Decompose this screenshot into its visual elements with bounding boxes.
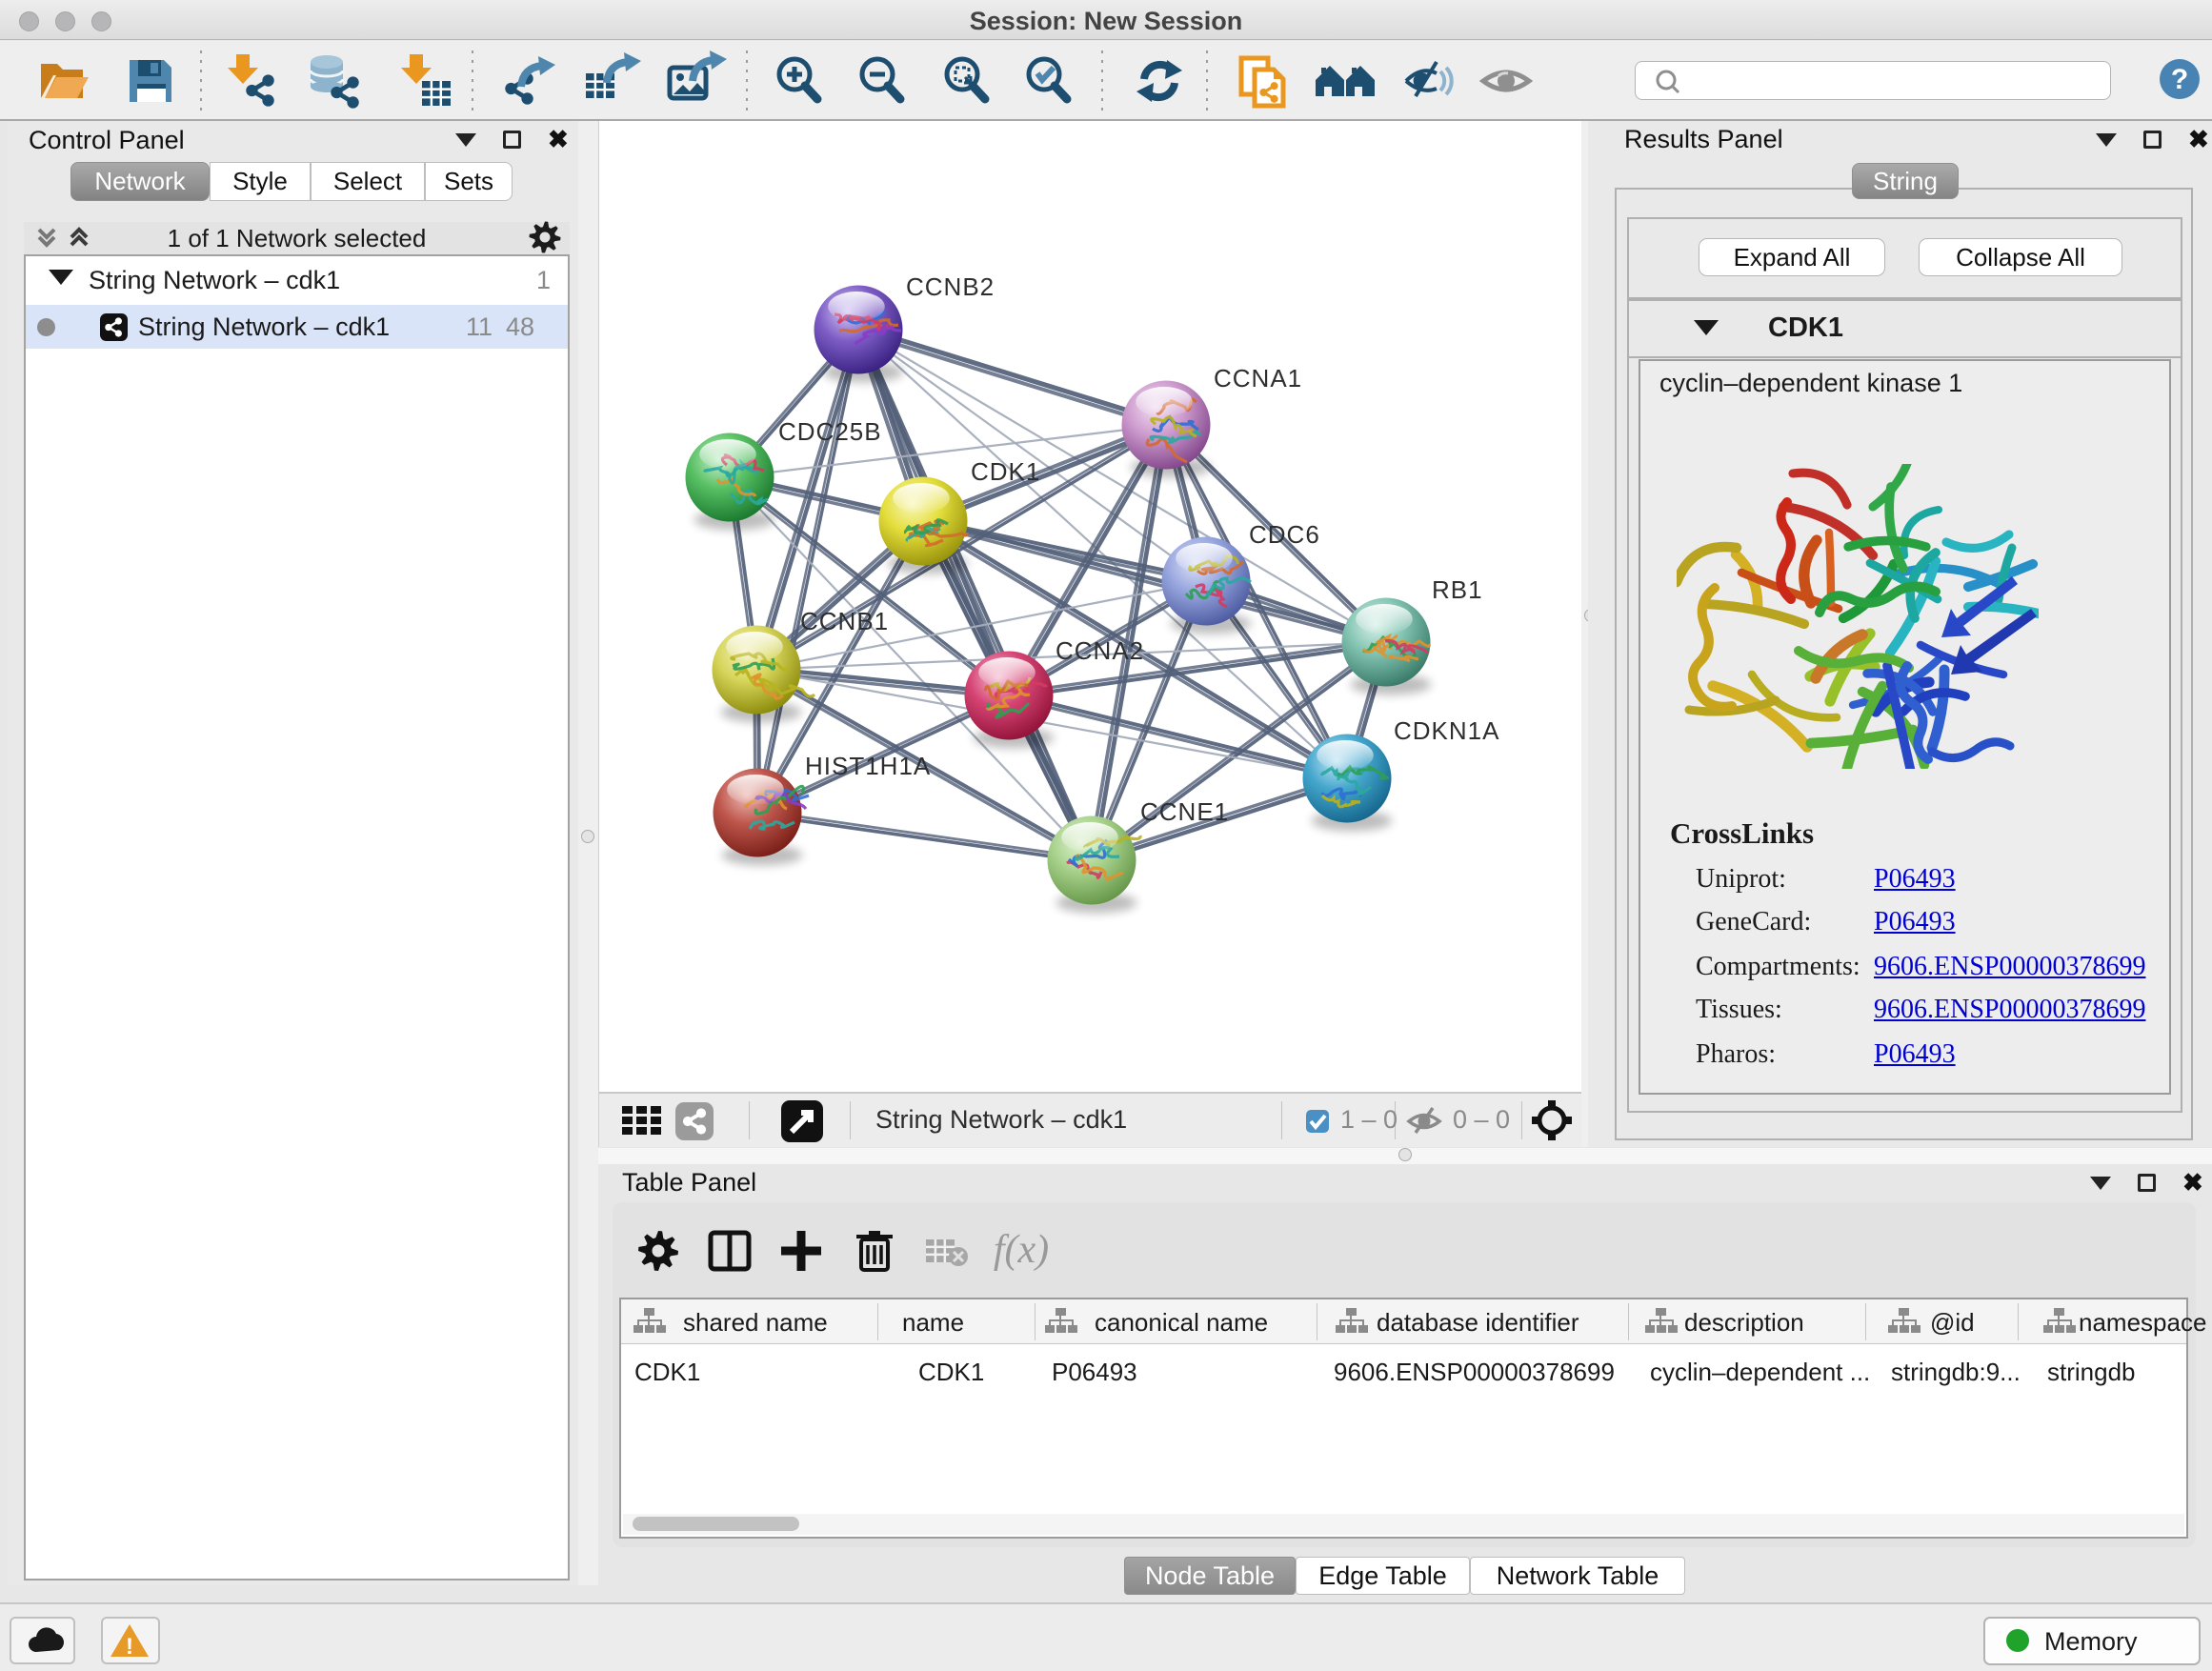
svg-text:f(x): f(x) — [994, 1228, 1049, 1272]
svg-text:CCNA1: CCNA1 — [1214, 364, 1302, 393]
svg-text:CDKN1A: CDKN1A — [1394, 716, 1499, 745]
svg-text:CCNB2: CCNB2 — [906, 272, 995, 301]
svg-text:CDC6: CDC6 — [1249, 520, 1320, 549]
svg-text:CCNA2: CCNA2 — [1056, 636, 1144, 665]
svg-text:?: ? — [2171, 64, 2188, 95]
svg-text:CCNB1: CCNB1 — [800, 607, 889, 635]
svg-text:CDK1: CDK1 — [971, 457, 1040, 486]
svg-text:CDC25B: CDC25B — [778, 417, 882, 446]
svg-text:HIST1H1A: HIST1H1A — [805, 752, 931, 780]
svg-text:RB1: RB1 — [1432, 575, 1483, 604]
svg-text:CCNE1: CCNE1 — [1140, 797, 1229, 826]
svg-text:!: ! — [126, 1634, 133, 1660]
